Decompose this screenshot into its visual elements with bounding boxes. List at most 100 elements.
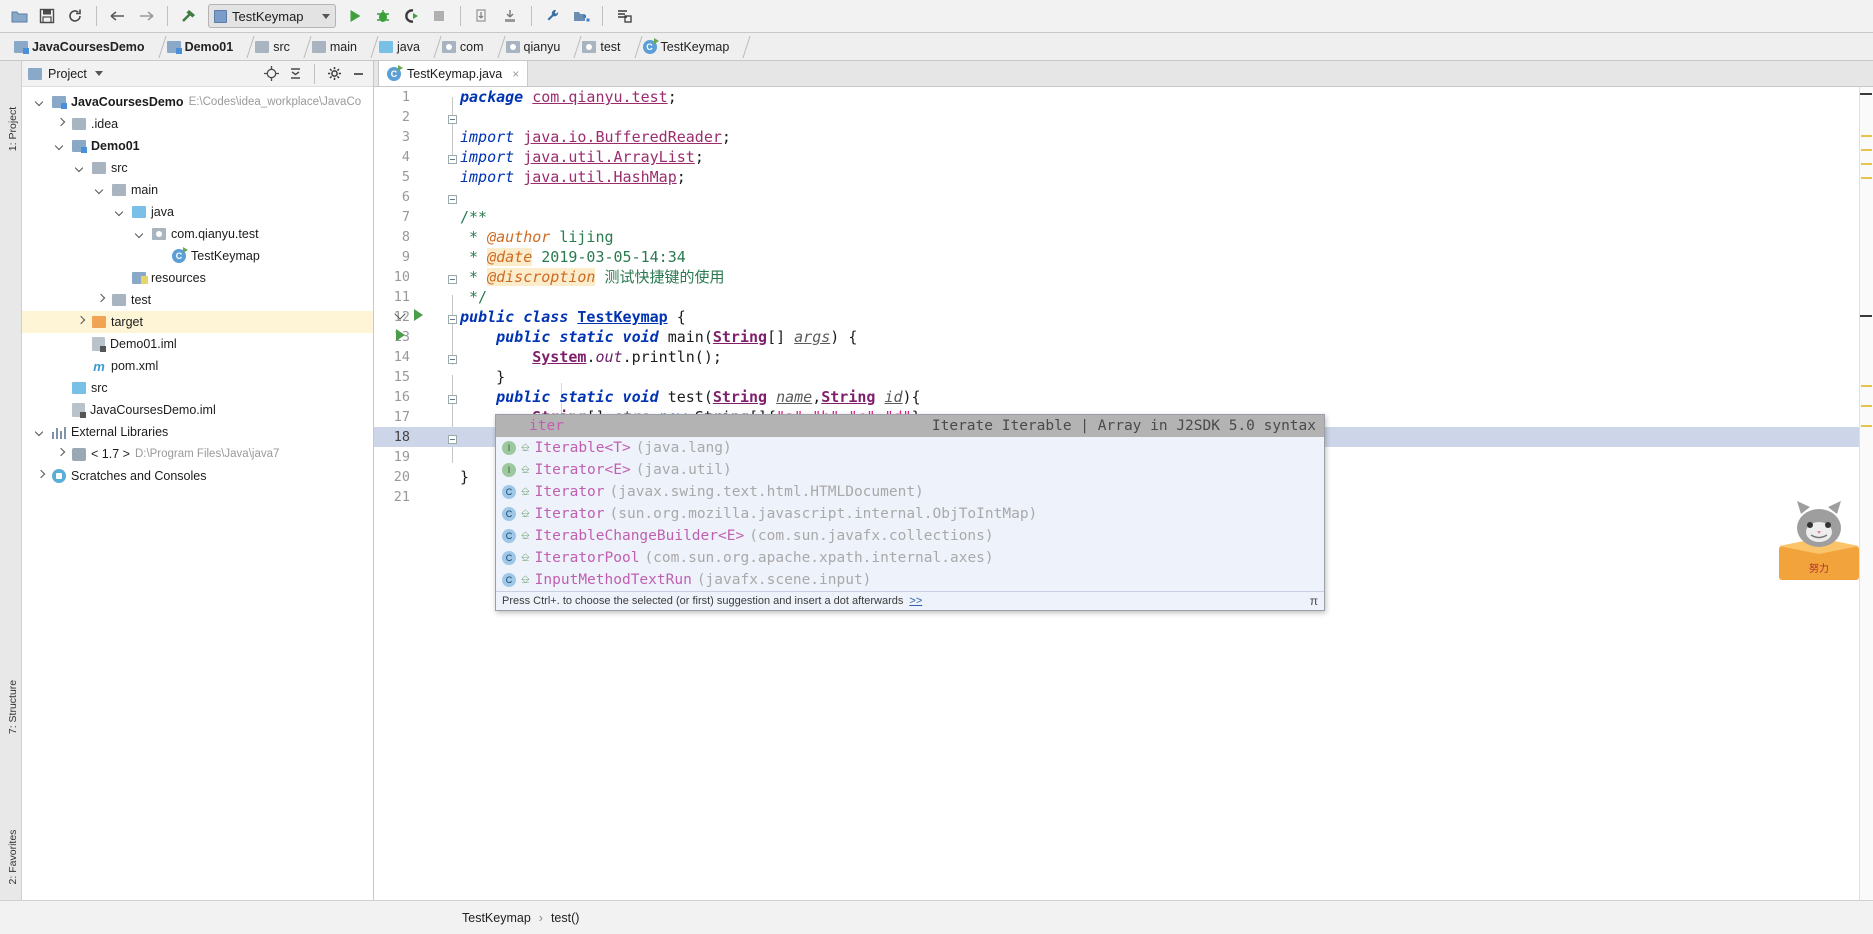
gear-icon[interactable]: [325, 65, 343, 83]
completion-pi-icon[interactable]: π: [1310, 594, 1318, 608]
tree-node-javacoursesdemo[interactable]: JavaCoursesDemo E:\Codes\idea_workplace\J…: [22, 91, 373, 113]
completion-item[interactable]: C ⎒ InputMethodTextRun (javafx.scene.input…: [496, 569, 1324, 591]
chevron-down-icon[interactable]: [94, 71, 103, 76]
code-line-15[interactable]: 15 }: [374, 367, 1873, 387]
completion-item[interactable]: C ⎒ Iterator (javax.swing.text.html.HTMLDo…: [496, 481, 1324, 503]
code-line-13[interactable]: 13 public static void main(String[] args…: [374, 327, 1873, 347]
run-icon[interactable]: [342, 3, 368, 29]
code-editor[interactable]: 1 package com.qianyu.test; 2 3 import java.i…: [374, 87, 1873, 900]
save-all-icon[interactable]: [34, 3, 60, 29]
run-coverage-icon[interactable]: [398, 3, 424, 29]
tree-node-testkeymap[interactable]: C TestKeymap: [22, 245, 373, 267]
open-folder-icon[interactable]: [6, 3, 32, 29]
tree-node-resources[interactable]: resources: [22, 267, 373, 289]
code-line-5[interactable]: 5 import java.util.HashMap;: [374, 167, 1873, 187]
breadcrumb-item-6[interactable]: qianyu: [500, 33, 565, 61]
fold-marker[interactable]: [448, 435, 457, 444]
chevron-right-icon[interactable]: [35, 470, 47, 482]
tree-node-main[interactable]: main: [22, 179, 373, 201]
status-method-name[interactable]: test(): [551, 911, 579, 925]
tree-node-external-libraries[interactable]: External Libraries: [22, 421, 373, 443]
tree-node-java[interactable]: java: [22, 201, 373, 223]
code-line-11[interactable]: 11 */: [374, 287, 1873, 307]
fold-marker[interactable]: [448, 115, 457, 124]
completion-item[interactable]: C ⎒ IterableChangeBuilder<E> (com.sun.java…: [496, 525, 1324, 547]
attach-icon[interactable]: [611, 3, 637, 29]
run-class-gutter-icon[interactable]: [414, 309, 423, 321]
tree-node-test[interactable]: test: [22, 289, 373, 311]
fold-marker[interactable]: [448, 355, 457, 364]
fold-marker[interactable]: [448, 315, 457, 324]
completion-item[interactable]: I ⎒ Iterable<T> (java.lang): [496, 437, 1324, 459]
code-line-12[interactable]: 12 public class TestKeymap {: [374, 307, 1873, 327]
code-line-9[interactable]: 9 * @date 2019-03-05-14:34: [374, 247, 1873, 267]
code-line-3[interactable]: 3 import java.io.BufferedReader;: [374, 127, 1873, 147]
chevron-down-icon[interactable]: [35, 426, 47, 438]
tree-node-demo01[interactable]: Demo01: [22, 135, 373, 157]
code-line-8[interactable]: 8 * @author lijing: [374, 227, 1873, 247]
tree-node-demo01-iml[interactable]: Demo01.iml: [22, 333, 373, 355]
sync-icon[interactable]: [62, 3, 88, 29]
tree-node-javacoursesdemo-iml[interactable]: JavaCoursesDemo.iml: [22, 399, 373, 421]
breadcrumb-item-3[interactable]: main: [306, 33, 361, 61]
hide-panel-icon[interactable]: [349, 65, 367, 83]
update-project-icon[interactable]: [469, 3, 495, 29]
tree-node-1-7[interactable]: < 1.7 > D:\Program Files\Java\java7: [22, 443, 373, 465]
code-line-6[interactable]: 6: [374, 187, 1873, 207]
settings-wrench-icon[interactable]: [540, 3, 566, 29]
completion-item[interactable]: C ⎒ Iterator (sun.org.mozilla.javascript.i…: [496, 503, 1324, 525]
locate-icon[interactable]: [262, 65, 280, 83]
stop-icon[interactable]: [426, 3, 452, 29]
editor-marker-track[interactable]: [1859, 87, 1873, 900]
status-class-name[interactable]: TestKeymap: [462, 911, 531, 925]
tab-testkeymap-java[interactable]: C TestKeymap.java ×: [378, 60, 529, 86]
chevron-down-icon[interactable]: [95, 184, 107, 196]
code-line-2[interactable]: 2: [374, 107, 1873, 127]
run-configuration-selector[interactable]: TestKeymap: [208, 4, 336, 28]
breadcrumb-item-5[interactable]: com: [436, 33, 488, 61]
code-line-1[interactable]: 1 package com.qianyu.test;: [374, 87, 1873, 107]
rail-button-favorites[interactable]: 2: Favorites: [7, 822, 19, 892]
back-icon[interactable]: [105, 3, 131, 29]
code-line-16[interactable]: 16 public static void test(String name,S…: [374, 387, 1873, 407]
chevron-right-icon[interactable]: [55, 448, 67, 460]
debug-icon[interactable]: [370, 3, 396, 29]
fold-marker[interactable]: [448, 275, 457, 284]
chevron-right-icon[interactable]: [95, 294, 107, 306]
run-method-gutter-icon[interactable]: [396, 329, 405, 341]
tree-node-src[interactable]: src: [22, 377, 373, 399]
tree-node-com-qianyu-test[interactable]: com.qianyu.test: [22, 223, 373, 245]
rail-button-structure[interactable]: 7: Structure: [7, 672, 19, 742]
close-icon[interactable]: ×: [512, 67, 519, 81]
chevron-down-icon[interactable]: [135, 228, 147, 240]
breadcrumb-item-8[interactable]: C TestKeymap: [637, 33, 734, 61]
chevron-right-icon[interactable]: [55, 118, 67, 130]
fold-marker[interactable]: [448, 195, 457, 204]
code-completion-popup[interactable]: iter Iterate Iterable | Array in J2SDK 5…: [495, 414, 1325, 611]
code-line-7[interactable]: 7 /**: [374, 207, 1873, 227]
forward-icon[interactable]: [133, 3, 159, 29]
completion-footer-link[interactable]: >>: [909, 595, 922, 607]
chevron-down-icon[interactable]: [55, 140, 67, 152]
chevron-down-icon[interactable]: [35, 96, 47, 108]
code-line-14[interactable]: 14 System.out.println();: [374, 347, 1873, 367]
tree-node-idea[interactable]: .idea: [22, 113, 373, 135]
completion-item[interactable]: I ⎒ Iterator<E> (java.util): [496, 459, 1324, 481]
breadcrumb-item-4[interactable]: java: [373, 33, 424, 61]
collapse-all-icon[interactable]: [286, 65, 304, 83]
completion-item[interactable]: C ⎒ IteratorPool (com.sun.org.apache.xpath…: [496, 547, 1324, 569]
build-hammer-icon[interactable]: [176, 3, 202, 29]
project-structure-icon[interactable]: [568, 3, 594, 29]
tree-node-src[interactable]: src: [22, 157, 373, 179]
tree-node-scratches-and-consoles[interactable]: Scratches and Consoles: [22, 465, 373, 487]
rail-button-project[interactable]: 1: Project: [7, 94, 19, 164]
code-line-4[interactable]: 4 import java.util.ArrayList;: [374, 147, 1873, 167]
tree-node-target[interactable]: target: [22, 311, 373, 333]
tree-node-pom-xml[interactable]: m pom.xml: [22, 355, 373, 377]
commit-icon[interactable]: [497, 3, 523, 29]
fold-marker[interactable]: [448, 155, 457, 164]
chevron-right-icon[interactable]: [75, 316, 87, 328]
fold-marker[interactable]: [448, 395, 457, 404]
chevron-down-icon[interactable]: [115, 206, 127, 218]
completion-header-row[interactable]: iter Iterate Iterable | Array in J2SDK 5…: [496, 415, 1324, 437]
